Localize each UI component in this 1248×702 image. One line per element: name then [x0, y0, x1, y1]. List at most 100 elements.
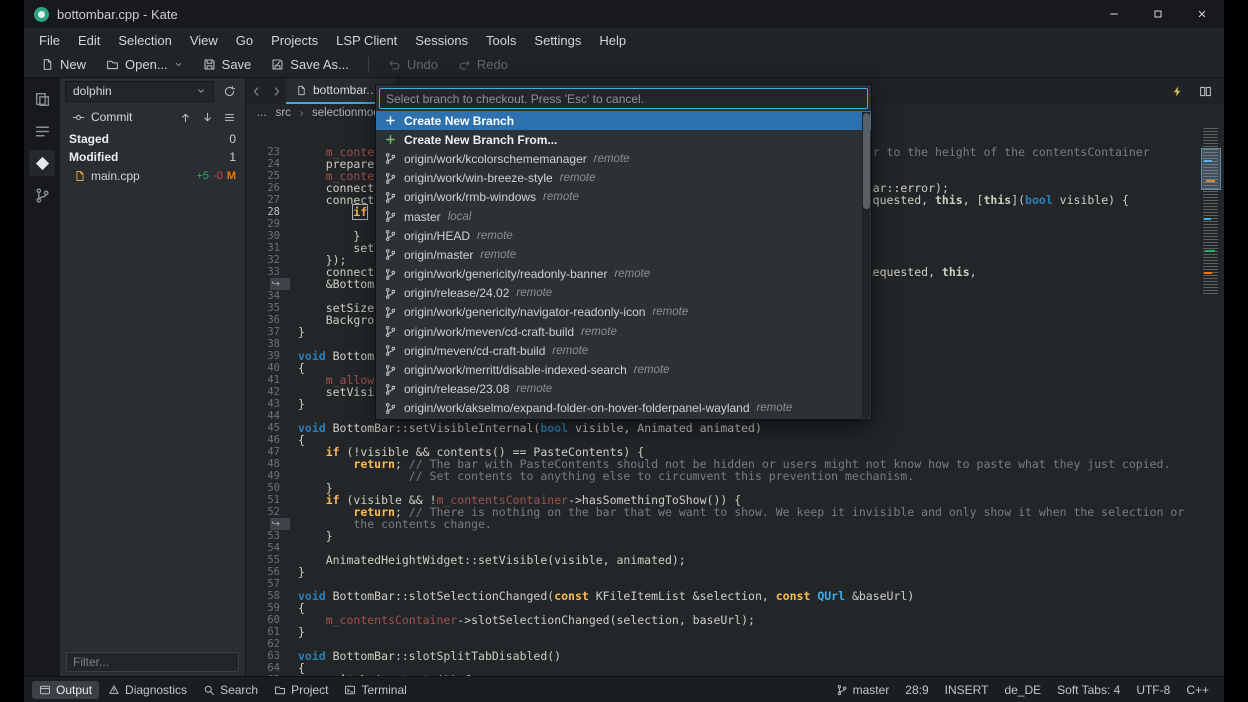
maximize-button[interactable]: [1136, 0, 1180, 28]
statusbar-output-toggle[interactable]: Output: [32, 681, 99, 699]
branch-list-item[interactable]: origin/meven/cd-craft-buildremote: [376, 341, 871, 360]
code-text[interactable]: // Set contents to anything else to circ…: [290, 470, 914, 482]
code-text[interactable]: void BottomBar::setVisibleInternal(bool …: [290, 422, 762, 434]
branch-list-item[interactable]: origin/work/genericity/navigator-readonl…: [376, 303, 871, 322]
code-text[interactable]: }: [290, 326, 305, 338]
statusbar-git-branch[interactable]: master: [829, 681, 897, 699]
statusbar-diagnostics-toggle[interactable]: Diagnostics: [101, 681, 194, 699]
undo-button[interactable]: Undo: [379, 54, 447, 75]
commit-button[interactable]: Commit: [65, 108, 139, 126]
code-line[interactable]: 45void BottomBar::setVisibleInternal(boo…: [246, 422, 1224, 434]
menu-item-edit[interactable]: Edit: [69, 31, 109, 50]
code-text[interactable]: [290, 338, 298, 350]
branch-action-item[interactable]: Create New Branch From...: [376, 130, 871, 149]
staged-section[interactable]: Staged 0: [60, 130, 245, 148]
open-button[interactable]: Open...: [97, 54, 192, 75]
statusbar-input-mode[interactable]: INSERT: [938, 681, 996, 699]
statusbar-encoding[interactable]: UTF-8: [1129, 681, 1177, 699]
scrollbar-thumb[interactable]: [863, 113, 870, 209]
code-text[interactable]: }: [290, 626, 305, 638]
menu-item-tools[interactable]: Tools: [477, 31, 525, 50]
split-view-icon[interactable]: [1194, 81, 1216, 102]
code-text[interactable]: [290, 410, 298, 422]
code-line[interactable]: 56}: [246, 566, 1224, 578]
documents-icon[interactable]: [29, 86, 55, 112]
branch-list-item[interactable]: origin/work/akselmo/expand-folder-on-hov…: [376, 399, 871, 418]
code-line[interactable]: 53 }: [246, 530, 1224, 542]
code-text[interactable]: [290, 578, 298, 590]
code-line[interactable]: 63void BottomBar::slotSplitTabDisabled(): [246, 650, 1224, 662]
code-text[interactable]: void BottomBar::slotSelectionChanged(con…: [290, 590, 914, 602]
branch-list-item[interactable]: origin/HEADremote: [376, 226, 871, 245]
save-as-button[interactable]: Save As...: [262, 54, 358, 75]
branch-list-item[interactable]: origin/work/win-breeze-styleremote: [376, 169, 871, 188]
code-text[interactable]: }: [290, 398, 305, 410]
code-line[interactable]: 55 AnimatedHeightWidget::setVisible(visi…: [246, 554, 1224, 566]
menu-item-file[interactable]: File: [30, 31, 69, 50]
back-button[interactable]: [246, 78, 266, 104]
branch-list-item[interactable]: origin/work/genericity/readonly-bannerre…: [376, 265, 871, 284]
refresh-button[interactable]: [218, 81, 240, 102]
forward-button[interactable]: [266, 78, 286, 104]
menu-item-settings[interactable]: Settings: [525, 31, 590, 50]
git-menu-button[interactable]: [218, 107, 240, 128]
code-line[interactable]: 61}: [246, 626, 1224, 638]
projects-icon[interactable]: [29, 182, 55, 208]
project-selector[interactable]: dolphin: [65, 81, 214, 102]
minimize-button[interactable]: [1092, 0, 1136, 28]
statusbar-dictionary[interactable]: de_DE: [997, 681, 1048, 699]
code-text[interactable]: [290, 290, 298, 302]
code-line[interactable]: 60 m_contentsContainer->slotSelectionCha…: [246, 614, 1224, 626]
statusbar-search-toggle[interactable]: Search: [196, 681, 265, 699]
menu-item-projects[interactable]: Projects: [262, 31, 327, 50]
code-line[interactable]: ↪ the contents change.: [246, 518, 1224, 530]
close-button[interactable]: [1180, 0, 1224, 28]
branch-list-item[interactable]: origin/release/23.08remote: [376, 380, 871, 399]
branch-action-item[interactable]: Create New Branch: [376, 111, 871, 130]
code-text[interactable]: m_contentsContainer->slotSelectionChange…: [290, 614, 755, 626]
statusbar-terminal-toggle[interactable]: Terminal: [337, 681, 413, 699]
branch-list-item[interactable]: origin/work/merritt/disable-indexed-sear…: [376, 360, 871, 379]
code-text[interactable]: [290, 542, 298, 554]
minimap-viewport[interactable]: [1201, 148, 1221, 190]
branch-list-item[interactable]: origin/release/24.02remote: [376, 284, 871, 303]
new-button[interactable]: New: [32, 54, 95, 75]
menu-item-selection[interactable]: Selection: [109, 31, 180, 50]
code-line[interactable]: 58void BottomBar::slotSelectionChanged(c…: [246, 590, 1224, 602]
branch-list-item[interactable]: origin/work/meven/cd-craft-buildremote: [376, 322, 871, 341]
code-text[interactable]: }: [290, 566, 305, 578]
statusbar-cursor-position[interactable]: 28:9: [898, 681, 935, 699]
menu-item-view[interactable]: View: [181, 31, 227, 50]
code-text[interactable]: AnimatedHeightWidget::setVisible(visible…: [290, 554, 686, 566]
code-text[interactable]: }: [290, 530, 333, 542]
pull-button[interactable]: [196, 107, 218, 128]
code-text[interactable]: void BottomBar::slotSplitTabDisabled(): [290, 650, 561, 662]
branch-list-scrollbar[interactable]: [862, 112, 870, 418]
branch-list-item[interactable]: origin/masterremote: [376, 245, 871, 264]
modified-section[interactable]: Modified 1: [60, 148, 245, 166]
menu-item-go[interactable]: Go: [227, 31, 262, 50]
git-filter-input[interactable]: [66, 652, 239, 672]
menu-item-lsp-client[interactable]: LSP Client: [327, 31, 406, 50]
statusbar-project-toggle[interactable]: Project: [267, 681, 335, 699]
modified-file-row[interactable]: main.cpp +5 -0 M: [60, 166, 245, 186]
breadcrumb-src[interactable]: src: [273, 107, 294, 119]
save-button[interactable]: Save: [194, 54, 261, 75]
filesystem-browser-icon[interactable]: [29, 118, 55, 144]
branch-list-item[interactable]: masterlocal: [376, 207, 871, 226]
redo-button[interactable]: Redo: [449, 54, 517, 75]
menu-item-sessions[interactable]: Sessions: [406, 31, 477, 50]
push-button[interactable]: [174, 107, 196, 128]
branch-list-item[interactable]: origin/work/kcolorschememanagerremote: [376, 149, 871, 168]
branch-list-item[interactable]: origin/work/rmb-windowsremote: [376, 188, 871, 207]
quick-actions-icon[interactable]: [1166, 81, 1188, 102]
branch-search-input[interactable]: [379, 88, 868, 109]
breadcrumb-overflow[interactable]: ...: [254, 107, 270, 119]
code-text[interactable]: [290, 638, 298, 650]
statusbar-tab-settings[interactable]: Soft Tabs: 4: [1050, 681, 1127, 699]
menu-item-help[interactable]: Help: [590, 31, 635, 50]
code-line[interactable]: 49 // Set contents to anything else to c…: [246, 470, 1224, 482]
statusbar-syntax-mode[interactable]: C++: [1179, 681, 1216, 699]
minimap-scrollbar[interactable]: [1200, 122, 1222, 676]
git-tool-icon[interactable]: [29, 150, 55, 176]
